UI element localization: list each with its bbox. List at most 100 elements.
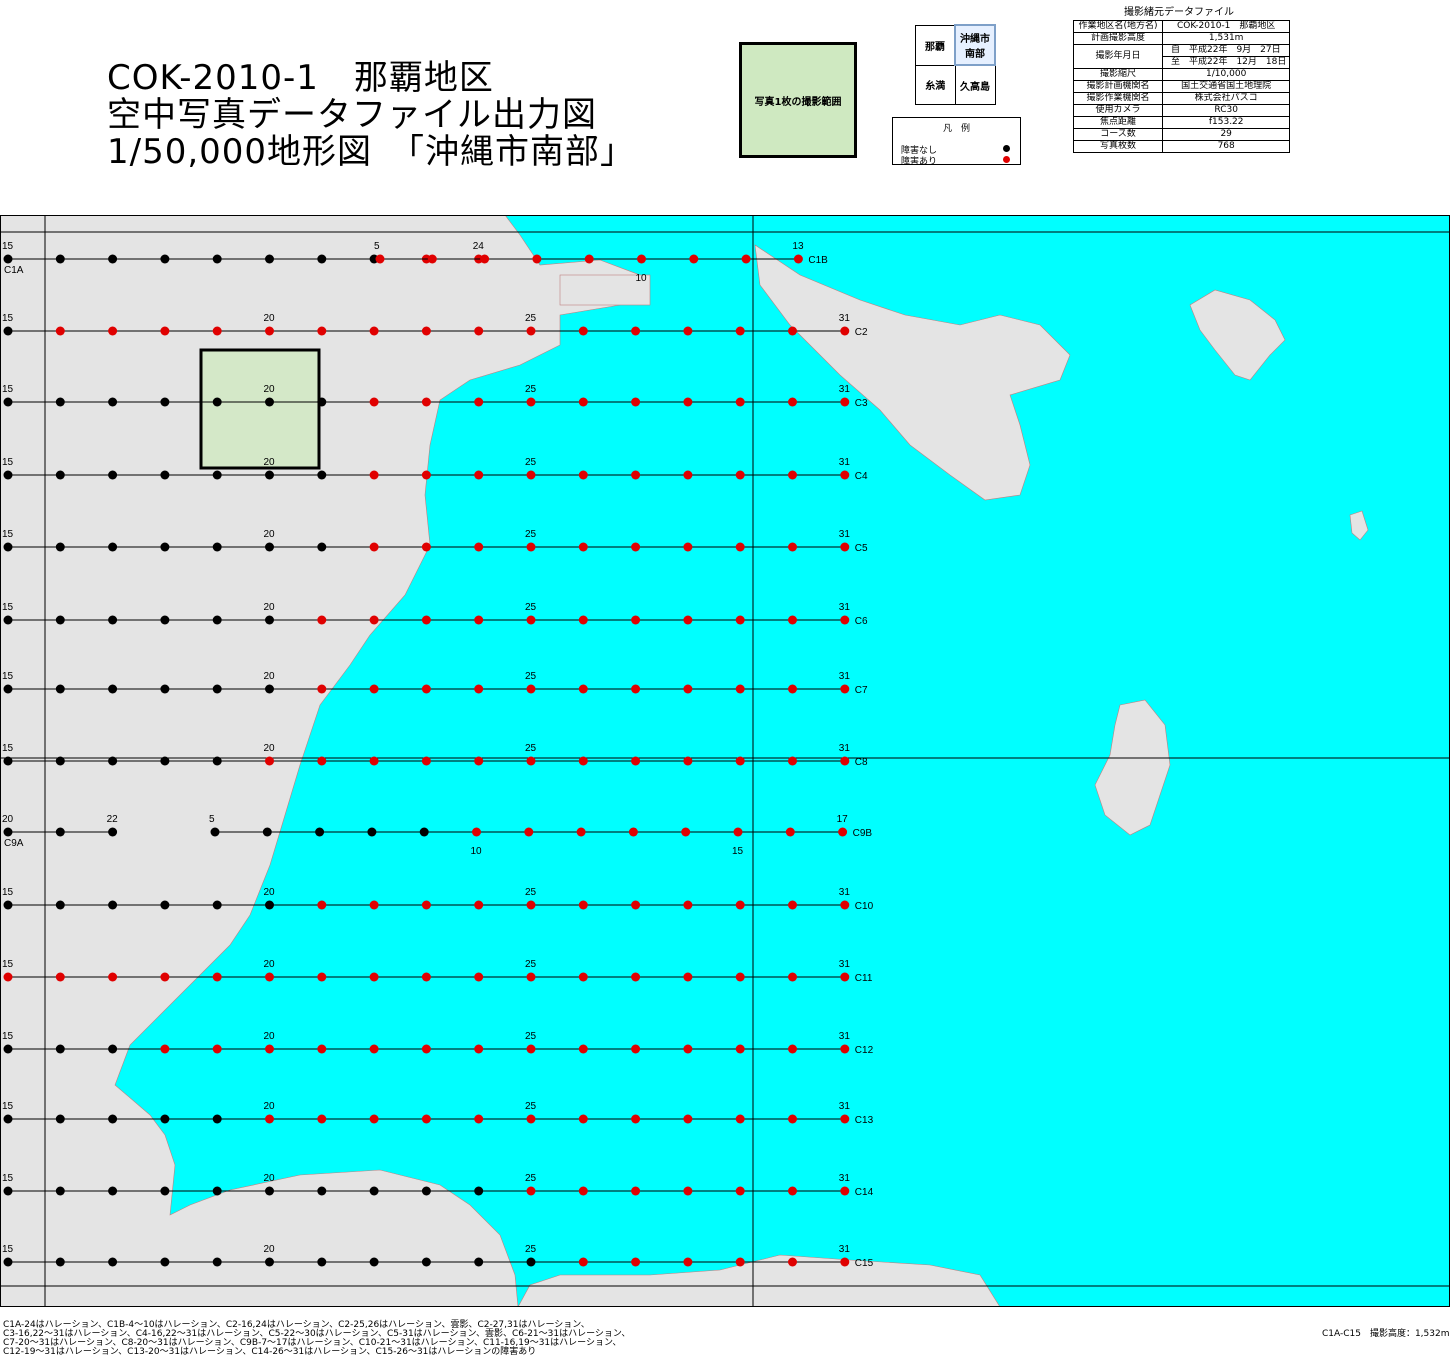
photo-point[interactable] xyxy=(421,684,431,694)
photo-point[interactable] xyxy=(55,254,65,264)
photo-point[interactable] xyxy=(689,254,699,264)
photo-point[interactable] xyxy=(631,1044,641,1054)
photo-point[interactable] xyxy=(265,542,274,552)
photo-point[interactable] xyxy=(788,470,797,480)
photo-point[interactable] xyxy=(788,756,797,766)
photo-point[interactable] xyxy=(317,756,327,766)
photo-point[interactable] xyxy=(55,827,65,837)
photo-point[interactable] xyxy=(526,615,536,625)
photo-point[interactable] xyxy=(474,684,484,694)
photo-point[interactable] xyxy=(788,397,797,407)
photo-point[interactable] xyxy=(683,684,693,694)
photo-point[interactable] xyxy=(840,470,850,480)
photo-point[interactable] xyxy=(3,827,13,837)
photo-point[interactable] xyxy=(578,900,588,910)
photo-point[interactable] xyxy=(367,827,377,837)
photo-point[interactable] xyxy=(840,972,850,982)
photo-point[interactable] xyxy=(421,326,431,336)
photo-point[interactable] xyxy=(683,542,693,552)
photo-point[interactable] xyxy=(578,1114,588,1124)
photo-point[interactable] xyxy=(838,827,848,837)
photo-point[interactable] xyxy=(474,1186,484,1196)
photo-point[interactable] xyxy=(3,542,13,552)
photo-point[interactable] xyxy=(480,254,490,264)
photo-point[interactable] xyxy=(108,1186,118,1196)
photo-point[interactable] xyxy=(631,615,641,625)
photo-point[interactable] xyxy=(474,397,484,407)
photo-point[interactable] xyxy=(683,470,693,480)
photo-point[interactable] xyxy=(265,1257,274,1267)
photo-point[interactable] xyxy=(683,397,693,407)
photo-point[interactable] xyxy=(369,1114,379,1124)
photo-point[interactable] xyxy=(369,615,379,625)
photo-point[interactable] xyxy=(3,1186,13,1196)
photo-point[interactable] xyxy=(160,756,170,766)
photo-point[interactable] xyxy=(840,756,850,766)
photo-point[interactable] xyxy=(160,1114,170,1124)
photo-point[interactable] xyxy=(683,756,693,766)
photo-point[interactable] xyxy=(369,1186,379,1196)
photo-point[interactable] xyxy=(108,1044,118,1054)
photo-point[interactable] xyxy=(421,1186,431,1196)
photo-point[interactable] xyxy=(317,684,327,694)
photo-point[interactable] xyxy=(55,542,65,552)
photo-point[interactable] xyxy=(212,900,222,910)
photo-point[interactable] xyxy=(160,1257,170,1267)
photo-point[interactable] xyxy=(526,684,536,694)
photo-point[interactable] xyxy=(628,827,638,837)
photo-point[interactable] xyxy=(315,827,325,837)
photo-point[interactable] xyxy=(578,684,588,694)
photo-point[interactable] xyxy=(55,1044,65,1054)
photo-point[interactable] xyxy=(840,1114,850,1124)
photo-point[interactable] xyxy=(55,1186,65,1196)
photo-point[interactable] xyxy=(474,1044,484,1054)
photo-point[interactable] xyxy=(578,542,588,552)
photo-point[interactable] xyxy=(55,397,65,407)
photo-point[interactable] xyxy=(265,972,274,982)
photo-point[interactable] xyxy=(160,684,170,694)
photo-point[interactable] xyxy=(788,1114,797,1124)
photo-point[interactable] xyxy=(369,756,379,766)
photo-point[interactable] xyxy=(785,827,795,837)
photo-point[interactable] xyxy=(160,1044,170,1054)
photo-point[interactable] xyxy=(369,397,379,407)
photo-point[interactable] xyxy=(631,1257,641,1267)
photo-point[interactable] xyxy=(212,326,222,336)
photo-point[interactable] xyxy=(526,1044,536,1054)
photo-point[interactable] xyxy=(212,254,222,264)
photo-point[interactable] xyxy=(474,470,484,480)
photo-point[interactable] xyxy=(578,615,588,625)
photo-point[interactable] xyxy=(369,542,379,552)
photo-point[interactable] xyxy=(212,397,222,407)
photo-point[interactable] xyxy=(578,397,588,407)
photo-point[interactable] xyxy=(108,900,118,910)
photo-point[interactable] xyxy=(160,470,170,480)
photo-point[interactable] xyxy=(421,1114,431,1124)
photo-point[interactable] xyxy=(526,1257,536,1267)
photo-point[interactable] xyxy=(840,397,850,407)
photo-point[interactable] xyxy=(683,1257,693,1267)
photo-point[interactable] xyxy=(578,756,588,766)
photo-point[interactable] xyxy=(108,615,118,625)
photo-point[interactable] xyxy=(735,397,745,407)
photo-point[interactable] xyxy=(578,1186,588,1196)
photo-point[interactable] xyxy=(108,326,118,336)
photo-point[interactable] xyxy=(317,542,327,552)
photo-point[interactable] xyxy=(735,470,745,480)
photo-point[interactable] xyxy=(524,827,534,837)
photo-point[interactable] xyxy=(160,542,170,552)
photo-point[interactable] xyxy=(55,1257,65,1267)
photo-point[interactable] xyxy=(788,326,797,336)
photo-point[interactable] xyxy=(317,397,327,407)
photo-point[interactable] xyxy=(631,326,641,336)
photo-point[interactable] xyxy=(578,326,588,336)
photo-point[interactable] xyxy=(55,972,65,982)
photo-point[interactable] xyxy=(317,972,327,982)
photo-point[interactable] xyxy=(576,827,586,837)
photo-point[interactable] xyxy=(735,1257,745,1267)
photo-point[interactable] xyxy=(369,326,379,336)
photo-point[interactable] xyxy=(369,470,379,480)
photo-point[interactable] xyxy=(3,972,13,982)
photo-point[interactable] xyxy=(788,684,797,694)
photo-point[interactable] xyxy=(474,1257,484,1267)
